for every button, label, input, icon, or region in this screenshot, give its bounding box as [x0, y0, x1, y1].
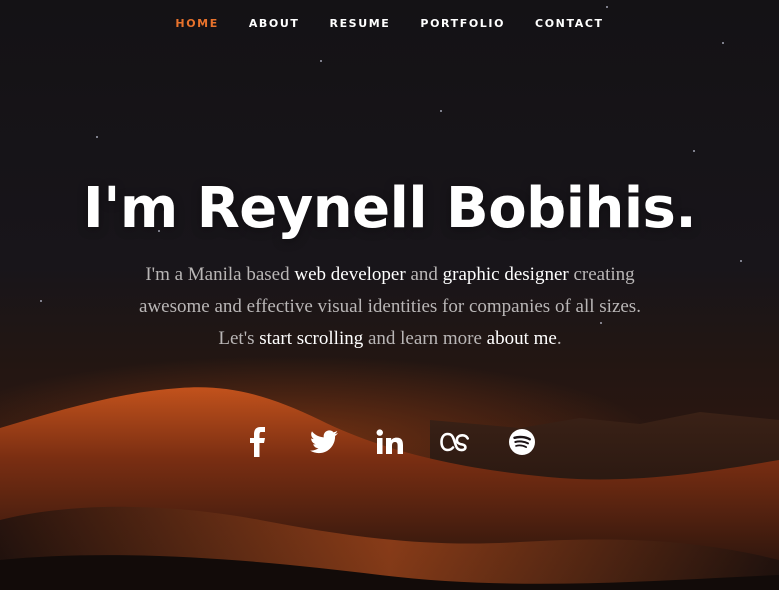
lastfm-link[interactable]	[439, 425, 473, 459]
facebook-link[interactable]	[241, 425, 275, 459]
nav-item-portfolio[interactable]: PORTFOLIO	[405, 15, 520, 32]
intro-highlight-about-me: about me	[486, 328, 557, 349]
intro-text: .	[556, 328, 562, 349]
hero-intro: I'm a Manila based web developer and gra…	[130, 259, 650, 355]
intro-text: and learn more	[363, 328, 487, 349]
twitter-icon	[309, 430, 338, 454]
nav-item-contact[interactable]: CONTACT	[520, 15, 619, 32]
linkedin-link[interactable]	[373, 425, 407, 459]
intro-highlight-graphic-designer: graphic designer	[442, 264, 569, 285]
main-nav: HOME ABOUT RESUME PORTFOLIO CONTACT	[0, 15, 779, 32]
nav-item-about[interactable]: ABOUT	[234, 15, 315, 32]
hero-headline: I'm Reynell Bobihis.	[82, 176, 697, 241]
nav-item-resume[interactable]: RESUME	[315, 15, 406, 32]
lastfm-icon	[439, 432, 469, 452]
spotify-link[interactable]	[505, 425, 539, 459]
twitter-link[interactable]	[307, 425, 341, 459]
linkedin-icon	[376, 429, 403, 454]
intro-text: and	[405, 264, 443, 285]
intro-highlight-start-scrolling: start scrolling	[259, 328, 364, 349]
social-links	[0, 425, 779, 459]
intro-text: I'm a Manila based	[145, 264, 295, 285]
hero-section: HOME ABOUT RESUME PORTFOLIO CONTACT I'm …	[0, 0, 779, 590]
facebook-icon	[249, 427, 265, 457]
intro-highlight-web-developer: web developer	[294, 264, 406, 285]
nav-item-home[interactable]: HOME	[160, 15, 233, 32]
spotify-icon	[508, 429, 535, 455]
